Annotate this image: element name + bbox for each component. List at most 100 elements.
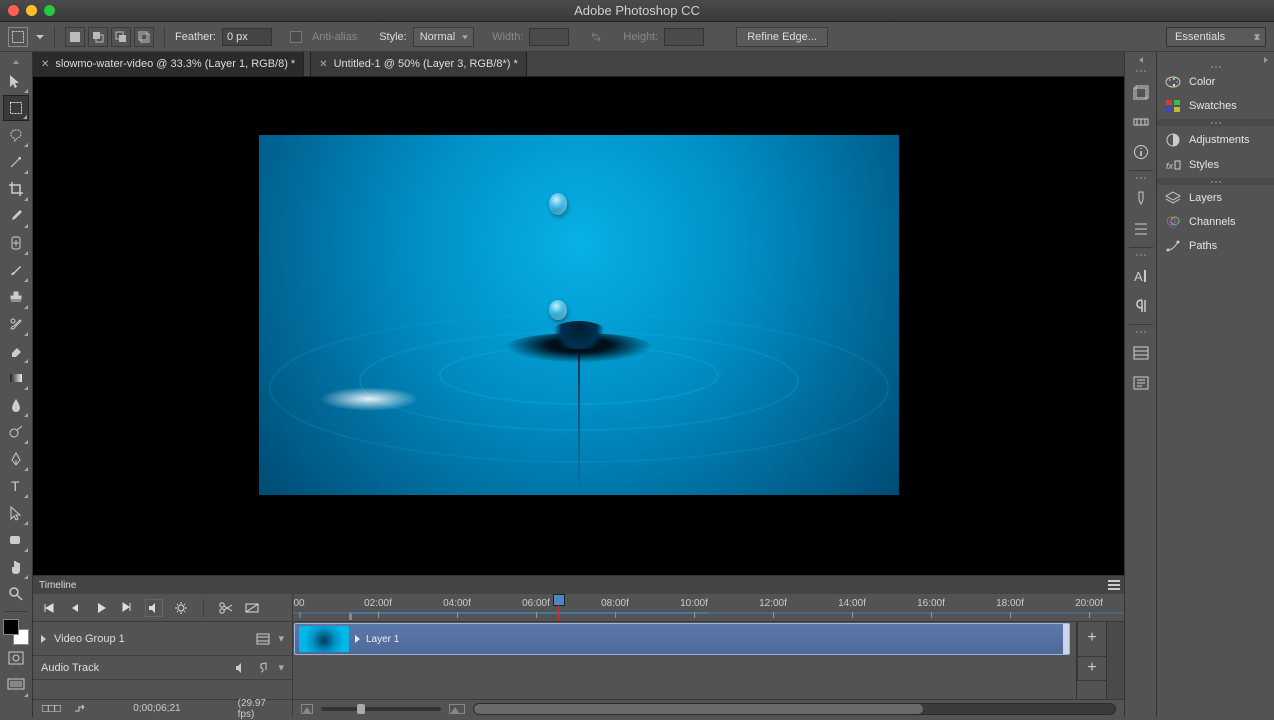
channels-panel-tab[interactable]: Channels: [1157, 210, 1274, 234]
window-zoom-button[interactable]: [44, 5, 55, 16]
style-select[interactable]: Normal: [413, 27, 474, 47]
add-audio-button[interactable]: +: [1077, 657, 1106, 681]
history-brush-tool[interactable]: [3, 311, 29, 337]
eyedropper-tool[interactable]: [3, 203, 29, 229]
timeline-settings-button[interactable]: [173, 600, 189, 616]
brush-presets-panel-icon[interactable]: [1129, 217, 1153, 241]
active-tool-indicator[interactable]: [8, 27, 28, 47]
styles-panel-tab[interactable]: fxStyles: [1157, 153, 1274, 177]
navigator-panel-icon[interactable]: [1129, 341, 1153, 365]
brush-tool[interactable]: [3, 257, 29, 283]
notes-panel-icon[interactable]: [1129, 371, 1153, 395]
zoom-tool[interactable]: [3, 581, 29, 607]
window-titlebar: Adobe Photoshop CC: [0, 0, 1274, 22]
dock-collapse-icon[interactable]: [1131, 56, 1151, 64]
marquee-tool[interactable]: [3, 95, 29, 121]
color-swatch[interactable]: [3, 619, 29, 645]
frame-animation-icon[interactable]: ◻◻◻: [41, 703, 60, 714]
timeline-vscroll[interactable]: [1106, 622, 1124, 699]
prev-frame-button[interactable]: [67, 600, 83, 616]
character-panel-icon[interactable]: A: [1129, 264, 1153, 288]
tools-collapse-icon[interactable]: [6, 58, 26, 66]
stamp-tool[interactable]: [3, 284, 29, 310]
layers-panel-tab[interactable]: Layers: [1157, 186, 1274, 210]
document-area: ✕ slowmo-water-video @ 33.3% (Layer 1, R…: [33, 52, 1124, 717]
timecode[interactable]: 0;00;06;21: [133, 703, 180, 714]
right-dock: A Color Swatches Adjustments fxStyles La…: [1124, 52, 1274, 717]
timeline-transport: [33, 594, 293, 621]
render-icon[interactable]: [74, 702, 86, 715]
timeline-hscroll[interactable]: [473, 703, 1116, 715]
zoom-out-icon[interactable]: [301, 704, 313, 714]
selection-intersect-button[interactable]: [134, 27, 154, 47]
timeline-header[interactable]: Timeline: [33, 576, 1124, 594]
heal-brush-tool[interactable]: [3, 230, 29, 256]
workspace-selector[interactable]: Essentials: [1166, 27, 1266, 47]
quick-mask-toggle[interactable]: [3, 645, 29, 671]
antialias-checkbox[interactable]: [290, 31, 302, 43]
play-button[interactable]: [93, 600, 109, 616]
gradient-tool[interactable]: [3, 365, 29, 391]
shape-tool[interactable]: [3, 527, 29, 553]
selection-new-button[interactable]: [65, 27, 85, 47]
paragraph-panel-icon[interactable]: [1129, 294, 1153, 318]
document-tab[interactable]: ✕ slowmo-water-video @ 33.3% (Layer 1, R…: [33, 52, 304, 76]
magic-wand-tool[interactable]: [3, 149, 29, 175]
height-label: Height:: [623, 31, 658, 43]
disclosure-icon[interactable]: [41, 635, 46, 643]
clip-end-handle[interactable]: [1063, 624, 1069, 654]
document-tab[interactable]: ✕ Untitled-1 @ 50% (Layer 3, RGB/8*) *: [310, 52, 527, 76]
info-panel-icon[interactable]: [1129, 140, 1153, 164]
path-select-tool[interactable]: [3, 500, 29, 526]
close-icon[interactable]: ✕: [41, 59, 49, 70]
color-panel-tab[interactable]: Color: [1157, 70, 1274, 94]
selection-subtract-button[interactable]: [111, 27, 131, 47]
video-clip[interactable]: Layer 1: [294, 623, 1070, 655]
audio-note-icon[interactable]: [256, 661, 270, 675]
move-tool[interactable]: [3, 68, 29, 94]
feather-input[interactable]: [222, 28, 272, 46]
tool-preset-dropdown-icon[interactable]: [36, 35, 44, 39]
brush-panel-icon[interactable]: [1129, 187, 1153, 211]
timeline-footer-right: [293, 700, 1124, 717]
panel-menu-icon[interactable]: [1108, 580, 1120, 590]
video-group-track-header[interactable]: Video Group 1 ▾: [33, 622, 292, 656]
timeline-track-area[interactable]: Layer 1: [293, 622, 1076, 699]
lasso-tool[interactable]: [3, 122, 29, 148]
blur-tool[interactable]: [3, 392, 29, 418]
audio-mute-icon[interactable]: [234, 661, 248, 675]
selection-mode-buttons: [65, 27, 154, 47]
window-minimize-button[interactable]: [26, 5, 37, 16]
crop-tool[interactable]: [3, 176, 29, 202]
type-tool[interactable]: T: [3, 473, 29, 499]
dodge-tool[interactable]: [3, 419, 29, 445]
hand-tool[interactable]: [3, 554, 29, 580]
playhead[interactable]: [558, 596, 559, 621]
screen-mode-toggle[interactable]: [3, 672, 29, 698]
timeline-zoom-slider[interactable]: [321, 707, 441, 711]
track-filmstrip-icon[interactable]: [256, 632, 270, 646]
add-media-button[interactable]: +: [1077, 622, 1106, 657]
adjustments-panel-tab[interactable]: Adjustments: [1157, 127, 1274, 153]
swatches-panel-tab[interactable]: Swatches: [1157, 94, 1274, 118]
dock-expand-icon[interactable]: [1157, 56, 1274, 64]
split-clip-button[interactable]: [218, 600, 234, 616]
paths-panel-tab[interactable]: Paths: [1157, 234, 1274, 258]
pen-tool[interactable]: [3, 446, 29, 472]
zoom-in-icon[interactable]: [449, 704, 465, 714]
selection-add-button[interactable]: [88, 27, 108, 47]
window-close-button[interactable]: [8, 5, 19, 16]
properties-panel-icon[interactable]: [1129, 110, 1153, 134]
eraser-tool[interactable]: [3, 338, 29, 364]
audio-track-header[interactable]: Audio Track ▾: [33, 656, 292, 680]
next-frame-button[interactable]: [119, 600, 135, 616]
timeline-ruler[interactable]: 0002:00f04:00f06:00f08:00f10:00f12:00f14…: [293, 594, 1124, 621]
transition-button[interactable]: [244, 600, 260, 616]
disclosure-icon[interactable]: [355, 635, 360, 643]
history-panel-icon[interactable]: [1129, 80, 1153, 104]
refine-edge-button[interactable]: Refine Edge...: [736, 27, 828, 47]
go-first-frame-button[interactable]: [41, 600, 57, 616]
mute-button[interactable]: [145, 599, 163, 617]
close-icon[interactable]: ✕: [319, 59, 327, 70]
swap-dimensions-icon[interactable]: [589, 30, 603, 44]
